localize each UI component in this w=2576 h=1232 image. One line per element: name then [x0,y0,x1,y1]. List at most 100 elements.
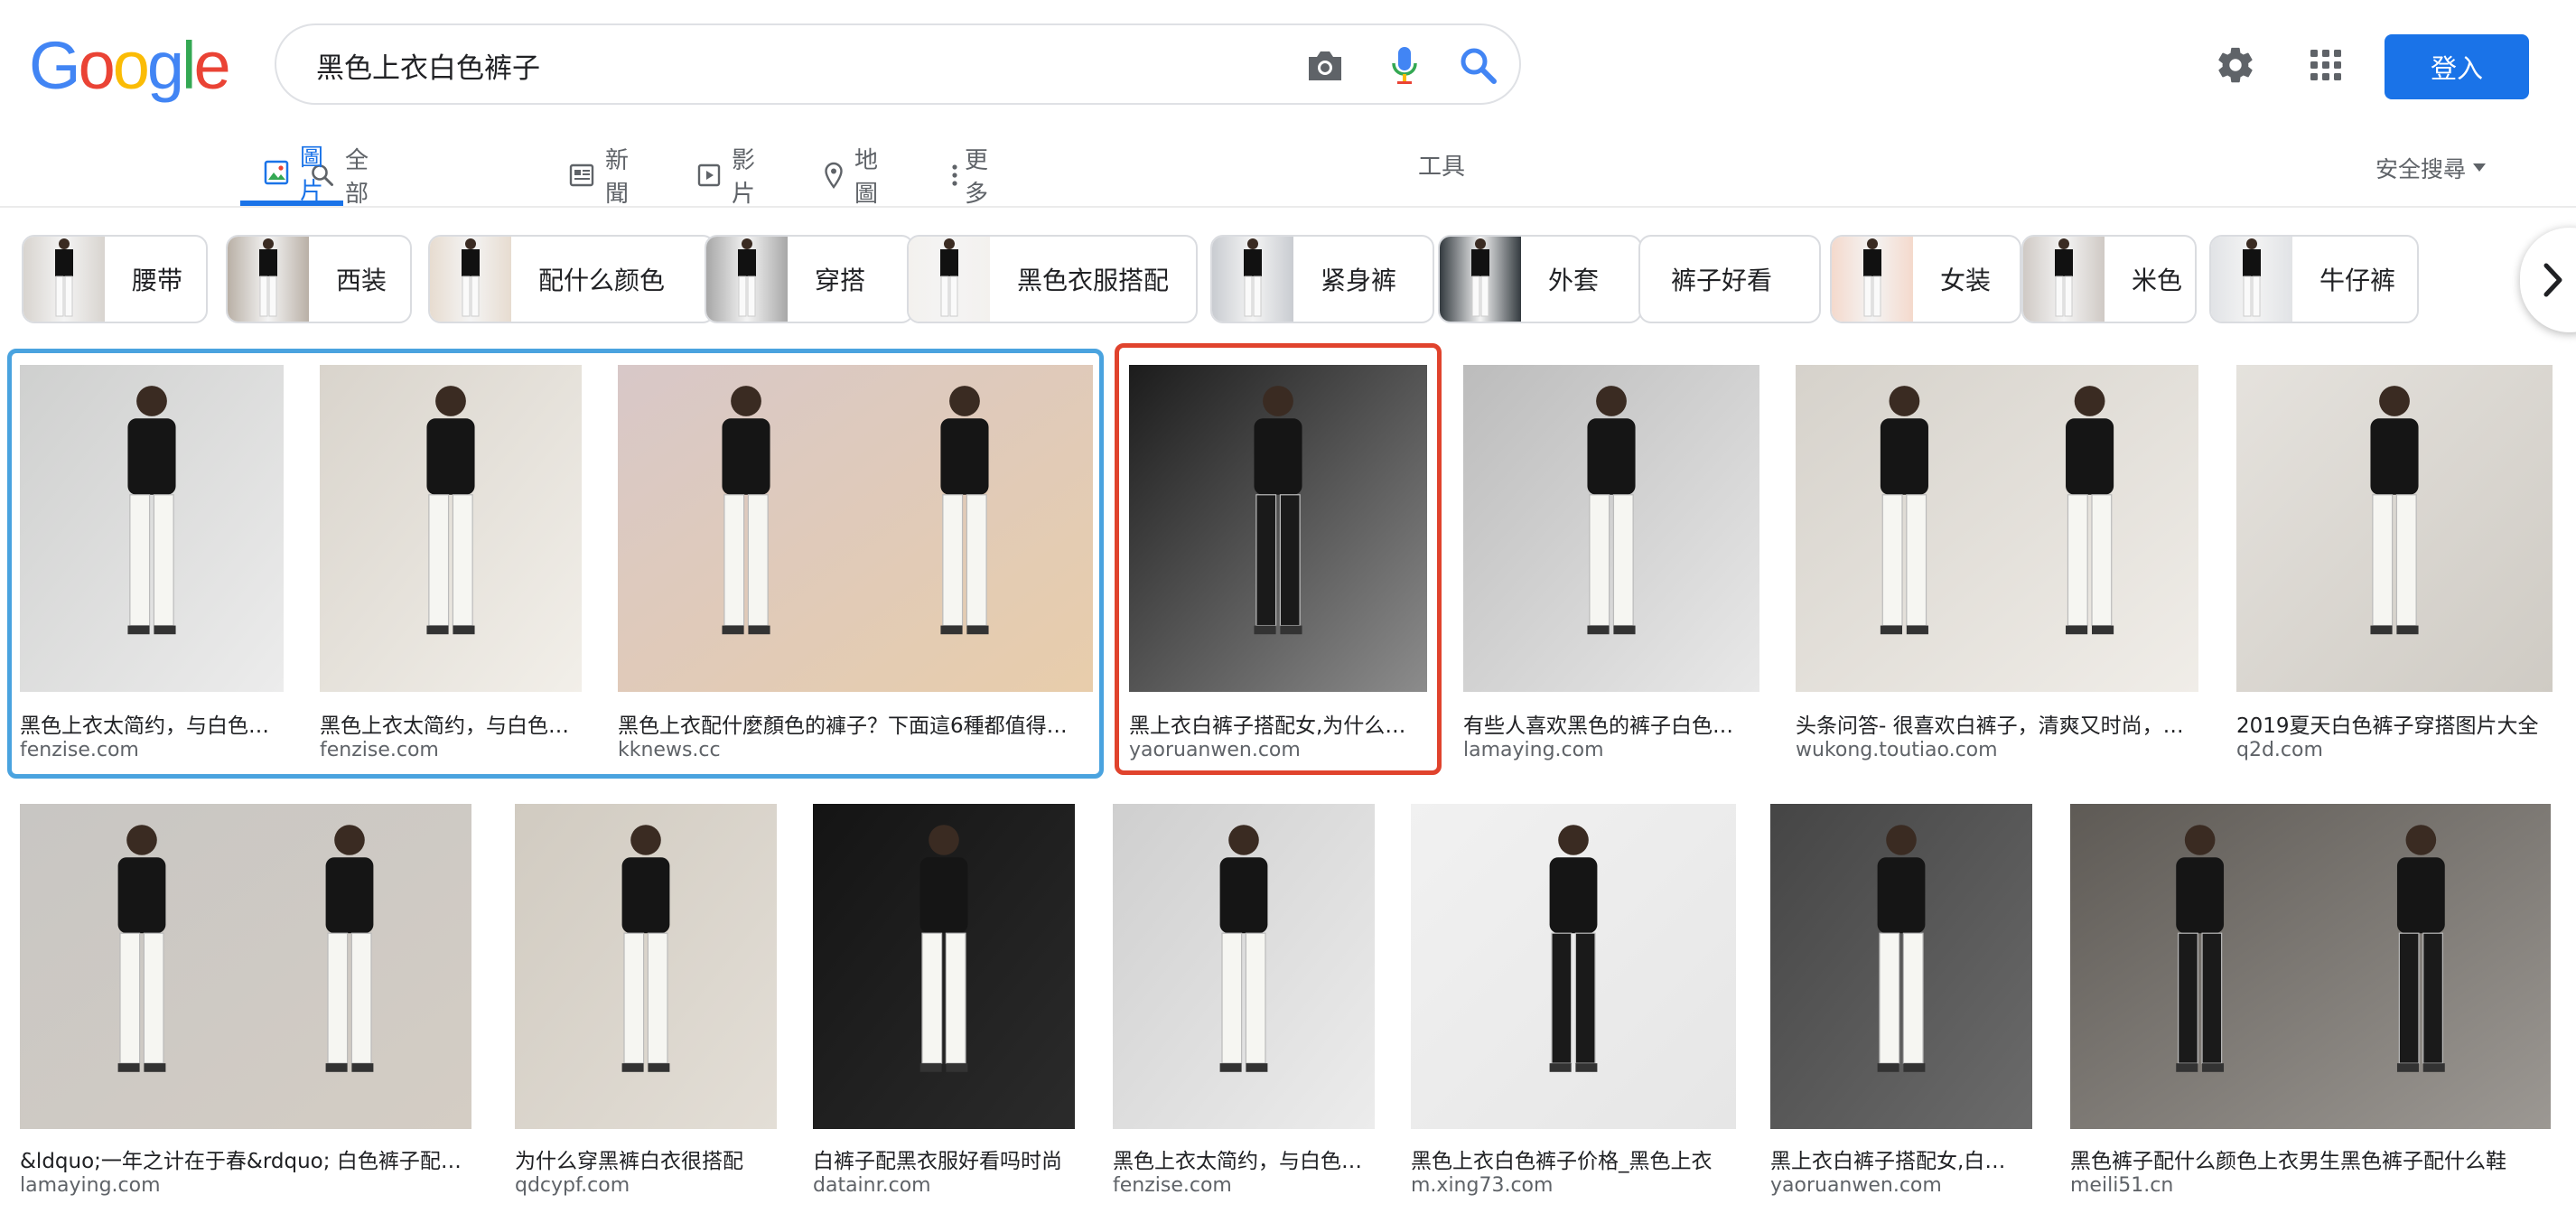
result-title[interactable]: 黑色上衣太简约，与白色裤子搭配 [320,708,574,739]
result-title[interactable]: 黑色上衣白色裤子价格_黑色上衣 [1411,1143,1729,1174]
chip-label: 女装 [1940,266,1992,295]
result-domain: fenzise.com [1113,1174,1232,1197]
sign-in-button[interactable]: 登入 [2385,34,2529,99]
result-title[interactable]: 黑色上衣太简约，与白色裤子 [1113,1143,1367,1174]
result-thumbnail[interactable] [1411,804,1736,1129]
result-title[interactable]: 有些人喜欢黑色的裤子白色的上衣 [1463,708,1752,739]
camera-icon[interactable] [1302,43,1348,89]
search-icon[interactable] [1456,43,1501,89]
result-domain: fenzise.com [320,739,439,761]
result-domain: q2d.com [2236,739,2323,761]
chip-label: 穿搭 [815,266,866,295]
result-title[interactable]: 黑上衣白裤子搭配女,白裤子 [1770,1143,2025,1174]
result-title[interactable]: 白裤子配黑衣服好看吗时尚 [813,1143,1068,1174]
image-result[interactable]: 黑色上衣太简约，与白色裤子 fenzise.com [1113,804,1375,1205]
result-thumbnail[interactable] [2070,804,2551,1129]
chip-label: 牛仔裤 [2319,266,2396,295]
image-result[interactable]: 白裤子配黑衣服好看吗时尚 datainr.com [813,804,1075,1205]
result-domain: lamaying.com [1463,739,1604,761]
image-result[interactable]: &ldquo;一年之计在于春&rdquo; 白色裤子配什么上衣lamaying.… [20,804,471,1205]
safesearch-dropdown[interactable]: 安全搜尋 [2375,152,2487,184]
result-domain: meili51.cn [2070,1174,2174,1197]
image-result[interactable]: 黑色上衣白色裤子价格_黑色上衣 m.xing73.com [1411,804,1736,1205]
image-result[interactable]: 黑上衣白裤子搭配女,白裤子 yaoruanwen.com [1770,804,2032,1205]
image-result[interactable]: 有些人喜欢黑色的裤子白色的上衣 lamaying.com [1463,365,1759,770]
related-search-chips: 腰带 西装 配什么颜色 穿搭 黑色衣服搭配 紧身裤 外套 裤子好看 女装 米色 牛仔裤 [22,235,2551,325]
apps-grid-icon[interactable] [2301,41,2350,89]
result-domain: kknews.cc [618,739,721,761]
chevron-right-icon [2543,263,2562,297]
result-title[interactable]: 黑色裤子配什么颜色上衣男生黑色裤子配什么鞋 [2070,1143,2543,1174]
result-domain: fenzise.com [20,739,139,761]
result-title[interactable]: 2019夏天白色裤子穿搭图片大全 [2236,708,2545,739]
chip-coat[interactable]: 外套 [1438,235,1642,323]
result-domain: wukong.toutiao.com [1796,739,1998,761]
image-result[interactable]: 为什么穿黑裤白衣很搭配 qdcypf.com [515,804,777,1205]
result-title[interactable]: 为什么穿黑裤白衣很搭配 [515,1143,770,1174]
result-thumbnail[interactable] [1129,365,1427,692]
search-input[interactable] [314,40,1221,90]
chip-waist-belt[interactable]: 腰带 [22,235,208,323]
result-thumbnail[interactable] [1463,365,1759,692]
chip-womens-wear[interactable]: 女装 [1830,235,2021,323]
image-result[interactable]: 2019夏天白色裤子穿搭图片大全 q2d.com [2236,365,2553,770]
result-thumbnail[interactable] [20,804,471,1129]
result-domain: yaoruanwen.com [1129,739,1301,761]
result-title[interactable]: 黑色上衣太简约，与白色裤子搭配再加上金属腰带 [20,708,276,739]
image-result[interactable]: 黑色上衣太简约，与白色裤子搭配fenzise.com [320,365,582,770]
tab-images[interactable]: 圖片 [240,145,344,206]
chip-thumbnail [1212,237,1293,322]
chip-thumbnail [23,237,105,322]
chip-label: 西装 [336,266,387,295]
result-title[interactable]: &ldquo;一年之计在于春&rdquo; 白色裤子配什么上衣 [20,1143,464,1174]
result-thumbnail[interactable] [618,365,1093,692]
result-thumbnail[interactable] [1113,804,1375,1129]
image-result[interactable]: 黑色裤子配什么颜色上衣男生黑色裤子配什么鞋 meili51.cn [2070,804,2551,1205]
result-title[interactable]: 头条问答- 很喜欢白裤子，清爽又时尚，怎么搭配 [1796,708,2191,739]
chip-thumbnail [2211,237,2292,322]
chip-thumbnail [2023,237,2105,322]
image-result[interactable]: 黑色上衣太简约，与白色裤子搭配再加上金属腰带fenzise.com [20,365,284,770]
tab-more[interactable]: 更多 [950,145,988,208]
chip-beige[interactable]: 米色 [2021,235,2197,323]
tab-maps[interactable]: 地圖 [824,145,878,208]
result-thumbnail[interactable] [20,365,284,692]
chip-what-color[interactable]: 配什么颜色 [428,235,715,323]
map-pin-icon [825,162,843,189]
result-thumbnail[interactable] [1770,804,2032,1129]
image-result[interactable]: 头条问答- 很喜欢白裤子，清爽又时尚，怎么搭配wukong.toutiao.co… [1796,365,2198,770]
result-title[interactable]: 黑色上衣配什麼顏色的褲子？下面這6種都值得一試 [618,708,1086,739]
chip-thumbnail [1440,237,1521,322]
microphone-icon[interactable] [1382,43,1427,89]
logo-letter: e [193,28,230,103]
tab-news[interactable]: 新聞 [569,145,629,208]
result-domain: yaoruanwen.com [1770,1174,1942,1197]
result-thumbnail[interactable] [1796,365,2198,692]
google-logo[interactable]: Google [29,28,231,103]
image-result[interactable]: 黑色上衣配什麼顏色的褲子？下面這6種都值得一試 kknews.cc [618,365,1093,770]
chip-outfit[interactable]: 穿搭 [705,235,914,323]
result-thumbnail[interactable] [320,365,582,692]
settings-gear-icon[interactable] [2211,41,2260,89]
chip-label: 紧身裤 [1321,266,1397,295]
chip-nice-pants[interactable]: 裤子好看 [1638,235,1821,323]
result-thumbnail[interactable] [813,804,1075,1129]
result-domain: lamaying.com [20,1174,161,1197]
tab-videos[interactable]: 影片 [697,145,755,208]
chip-tight-pants[interactable]: 紧身裤 [1210,235,1434,323]
result-domain: m.xing73.com [1411,1174,1554,1197]
image-result[interactable]: 黑上衣白裤子搭配女,为什么黑上衣白裤子yaoruanwen.com [1129,365,1427,770]
chip-label: 配什么颜色 [538,266,666,295]
result-domain: qdcypf.com [515,1174,630,1197]
result-thumbnail[interactable] [515,804,777,1129]
chip-label: 裤子好看 [1671,266,1773,295]
result-title[interactable]: 黑上衣白裤子搭配女,为什么黑上衣白裤子 [1129,708,1420,739]
news-icon [569,163,594,187]
result-thumbnail[interactable] [2236,365,2553,692]
chip-jeans[interactable]: 牛仔裤 [2209,235,2419,323]
chip-black-clothes[interactable]: 黑色衣服搭配 [907,235,1198,323]
chip-label: 外套 [1548,266,1600,295]
chip-suit[interactable]: 西装 [226,235,412,323]
tools-button[interactable]: 工具 [1418,148,1465,182]
search-box [275,23,1521,105]
